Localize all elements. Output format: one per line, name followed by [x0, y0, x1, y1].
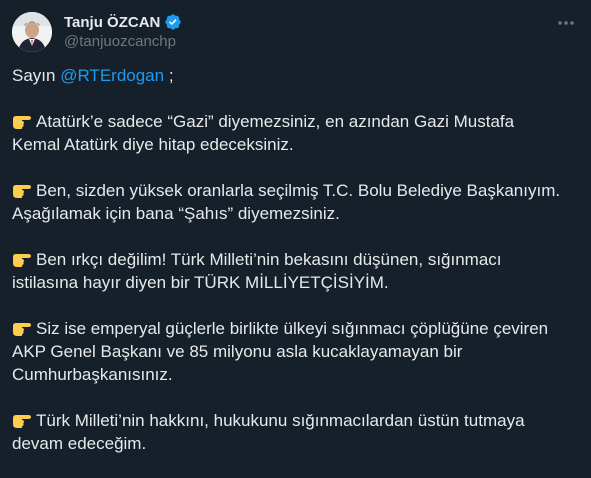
- pointing-hand-icon: [13, 323, 31, 336]
- paragraph-5-line-1: Türk Milleti’nin hakkını, hukukunu sığın…: [36, 411, 525, 430]
- pointing-hand-icon: [13, 254, 31, 267]
- name-row: Tanju ÖZCAN: [64, 13, 182, 31]
- greeting-prefix: Sayın: [12, 66, 61, 85]
- paragraph-3-line-1: Ben ırkçı değilim! Türk Milleti’nin beka…: [36, 250, 502, 269]
- paragraph-4: Siz ise emperyal güçlerle birlikte ülkey…: [12, 317, 579, 386]
- paragraph-1-line-2: Kemal Atatürk diye hitap edeceksiniz.: [12, 135, 294, 154]
- avatar[interactable]: [12, 12, 52, 52]
- tweet: Tanju ÖZCAN @tanjuozcanchp Sayın @RTErdo…: [0, 0, 591, 468]
- pointing-hand-icon: [13, 116, 31, 129]
- paragraph-4-line-1: Siz ise emperyal güçlerle birlikte ülkey…: [36, 319, 549, 338]
- tweet-header: Tanju ÖZCAN @tanjuozcanchp: [12, 10, 579, 54]
- more-options-icon[interactable]: [555, 12, 577, 34]
- paragraph-5: Türk Milleti’nin hakkını, hukukunu sığın…: [12, 409, 579, 455]
- greeting-paragraph: Sayın @RTErdogan ;: [12, 64, 579, 87]
- paragraph-4-line-3: Cumhurbaşkanısınız.: [12, 365, 173, 384]
- pointing-hand-icon: [13, 415, 31, 428]
- paragraph-1: Atatürk’e sadece “Gazi” diyemezsiniz, en…: [12, 110, 579, 156]
- paragraph-2-line-1: Ben, sizden yüksek oranlarla seçilmiş T.…: [36, 181, 561, 200]
- avatar-image: [12, 12, 52, 52]
- paragraph-4-line-2: AKP Genel Başkanı ve 85 milyonu asla kuc…: [12, 342, 463, 361]
- tweet-text: Sayın @RTErdogan ; Atatürk’e sadece “Gaz…: [12, 64, 579, 478]
- paragraph-2-line-2: Aşağılamak için bana “Şahıs” diyemezsini…: [12, 204, 340, 223]
- user-handle[interactable]: @tanjuozcanchp: [64, 33, 176, 50]
- mention-link[interactable]: @RTErdogan: [60, 66, 164, 85]
- display-name[interactable]: Tanju ÖZCAN: [64, 14, 160, 31]
- paragraph-3-line-2: istilasına hayır diyen bir TÜRK MİLLİYET…: [12, 273, 389, 292]
- greeting-suffix: ;: [164, 66, 174, 85]
- pointing-hand-icon: [13, 185, 31, 198]
- paragraph-5-line-2: devam edeceğim.: [12, 434, 147, 453]
- verified-badge-icon: [164, 13, 182, 31]
- paragraph-1-line-1: Atatürk’e sadece “Gazi” diyemezsiniz, en…: [36, 112, 515, 131]
- paragraph-2: Ben, sizden yüksek oranlarla seçilmiş T.…: [12, 179, 579, 225]
- paragraph-3: Ben ırkçı değilim! Türk Milleti’nin beka…: [12, 248, 579, 294]
